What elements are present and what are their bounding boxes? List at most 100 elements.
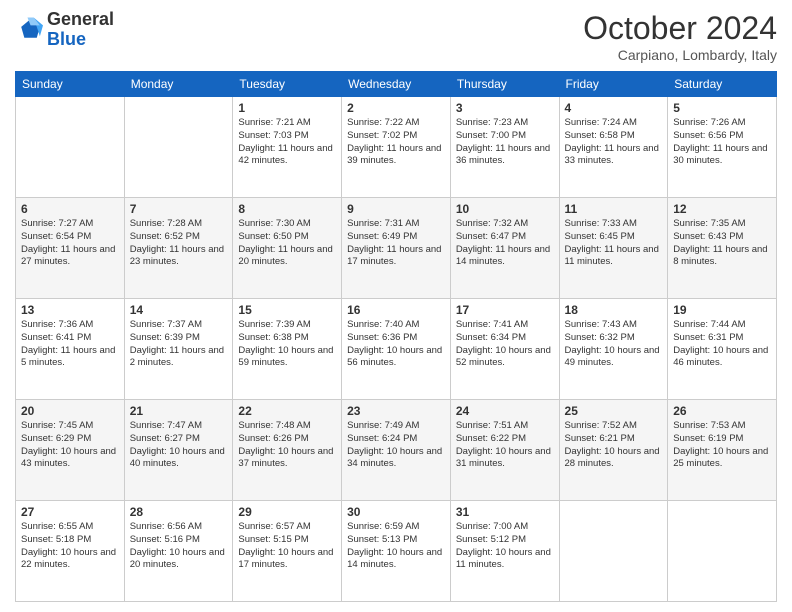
calendar-cell: 11Sunrise: 7:33 AMSunset: 6:45 PMDayligh… — [559, 198, 668, 299]
cell-info: Sunrise: 7:47 AMSunset: 6:27 PMDaylight:… — [130, 420, 228, 471]
logo-text: General Blue — [47, 10, 114, 50]
cell-info: Sunrise: 7:24 AMSunset: 6:58 PMDaylight:… — [565, 117, 663, 168]
col-header-wednesday: Wednesday — [342, 72, 451, 97]
calendar-cell: 1 Sunrise: 7:21 AMSunset: 7:03 PMDaylight… — [233, 97, 342, 198]
calendar-cell: 18 Sunrise: 7:43 AMSunset: 6:32 PMDayligh… — [559, 299, 668, 400]
calendar-cell: 22Sunrise: 7:48 AMSunset: 6:26 PMDayligh… — [233, 400, 342, 501]
day-number: 6 — [21, 202, 119, 216]
location: Carpiano, Lombardy, Italy — [583, 47, 777, 63]
day-number: 9 — [347, 202, 445, 216]
day-number: 28 — [130, 505, 228, 519]
cell-info: Sunrise: 7:27 AMSunset: 6:54 PMDaylight:… — [21, 218, 119, 269]
cell-info: Sunrise: 7:26 AMSunset: 6:56 PMDaylight:… — [673, 117, 771, 168]
calendar-cell: 14 Sunrise: 7:37 AMSunset: 6:39 PMDayligh… — [124, 299, 233, 400]
cell-info: Sunrise: 7:53 AMSunset: 6:19 PMDaylight:… — [673, 420, 771, 471]
logo: General Blue — [15, 10, 114, 50]
calendar-cell: 25 Sunrise: 7:52 AMSunset: 6:21 PMDayligh… — [559, 400, 668, 501]
calendar-cell: 30 Sunrise: 6:59 AMSunset: 5:13 PMDayligh… — [342, 501, 451, 602]
calendar-cell: 17 Sunrise: 7:41 AMSunset: 6:34 PMDayligh… — [450, 299, 559, 400]
calendar-cell: 6 Sunrise: 7:27 AMSunset: 6:54 PMDaylight… — [16, 198, 125, 299]
day-number: 11 — [565, 202, 663, 216]
day-number: 16 — [347, 303, 445, 317]
cell-info: Sunrise: 7:49 AMSunset: 6:24 PMDaylight:… — [347, 420, 445, 471]
day-number: 13 — [21, 303, 119, 317]
cell-info: Sunrise: 7:44 AMSunset: 6:31 PMDaylight:… — [673, 319, 771, 370]
col-header-friday: Friday — [559, 72, 668, 97]
calendar-cell: 28 Sunrise: 6:56 AMSunset: 5:16 PMDayligh… — [124, 501, 233, 602]
cell-info: Sunrise: 7:52 AMSunset: 6:21 PMDaylight:… — [565, 420, 663, 471]
day-number: 4 — [565, 101, 663, 115]
calendar-cell: 7 Sunrise: 7:28 AMSunset: 6:52 PMDaylight… — [124, 198, 233, 299]
calendar-table: SundayMondayTuesdayWednesdayThursdayFrid… — [15, 71, 777, 602]
day-number: 26 — [673, 404, 771, 418]
cell-info: Sunrise: 7:37 AMSunset: 6:39 PMDaylight:… — [130, 319, 228, 370]
calendar-cell: 26 Sunrise: 7:53 AMSunset: 6:19 PMDayligh… — [668, 400, 777, 501]
cell-info: Sunrise: 7:40 AMSunset: 6:36 PMDaylight:… — [347, 319, 445, 370]
cell-info: Sunrise: 6:55 AMSunset: 5:18 PMDaylight:… — [21, 521, 119, 572]
cell-info: Sunrise: 7:21 AMSunset: 7:03 PMDaylight:… — [238, 117, 336, 168]
cell-info: Sunrise: 7:45 AMSunset: 6:29 PMDaylight:… — [21, 420, 119, 471]
col-header-thursday: Thursday — [450, 72, 559, 97]
day-number: 5 — [673, 101, 771, 115]
cell-info: Sunrise: 7:35 AMSunset: 6:43 PMDaylight:… — [673, 218, 771, 269]
cell-info: Sunrise: 7:28 AMSunset: 6:52 PMDaylight:… — [130, 218, 228, 269]
cell-info: Sunrise: 7:30 AMSunset: 6:50 PMDaylight:… — [238, 218, 336, 269]
day-number: 2 — [347, 101, 445, 115]
day-number: 7 — [130, 202, 228, 216]
day-number: 10 — [456, 202, 554, 216]
day-number: 29 — [238, 505, 336, 519]
calendar-cell: 27 Sunrise: 6:55 AMSunset: 5:18 PMDayligh… — [16, 501, 125, 602]
day-number: 27 — [21, 505, 119, 519]
day-number: 21 — [130, 404, 228, 418]
day-number: 20 — [21, 404, 119, 418]
cell-info: Sunrise: 6:57 AMSunset: 5:15 PMDaylight:… — [238, 521, 336, 572]
col-header-tuesday: Tuesday — [233, 72, 342, 97]
cell-info: Sunrise: 7:39 AMSunset: 6:38 PMDaylight:… — [238, 319, 336, 370]
header: General Blue October 2024 Carpiano, Lomb… — [15, 10, 777, 63]
cell-info: Sunrise: 7:41 AMSunset: 6:34 PMDaylight:… — [456, 319, 554, 370]
day-number: 31 — [456, 505, 554, 519]
col-header-monday: Monday — [124, 72, 233, 97]
day-number: 30 — [347, 505, 445, 519]
calendar-cell — [668, 501, 777, 602]
col-header-sunday: Sunday — [16, 72, 125, 97]
col-header-saturday: Saturday — [668, 72, 777, 97]
calendar-cell — [124, 97, 233, 198]
calendar-cell — [16, 97, 125, 198]
calendar-cell — [559, 501, 668, 602]
month-title: October 2024 — [583, 10, 777, 47]
cell-info: Sunrise: 7:48 AMSunset: 6:26 PMDaylight:… — [238, 420, 336, 471]
calendar-cell: 2 Sunrise: 7:22 AMSunset: 7:02 PMDaylight… — [342, 97, 451, 198]
calendar-cell: 5 Sunrise: 7:26 AMSunset: 6:56 PMDaylight… — [668, 97, 777, 198]
day-number: 24 — [456, 404, 554, 418]
cell-info: Sunrise: 6:56 AMSunset: 5:16 PMDaylight:… — [130, 521, 228, 572]
calendar-cell: 19 Sunrise: 7:44 AMSunset: 6:31 PMDayligh… — [668, 299, 777, 400]
cell-info: Sunrise: 7:43 AMSunset: 6:32 PMDaylight:… — [565, 319, 663, 370]
day-number: 1 — [238, 101, 336, 115]
calendar-cell: 31 Sunrise: 7:00 AMSunset: 5:12 PMDayligh… — [450, 501, 559, 602]
day-number: 14 — [130, 303, 228, 317]
day-number: 18 — [565, 303, 663, 317]
day-number: 15 — [238, 303, 336, 317]
cell-info: Sunrise: 6:59 AMSunset: 5:13 PMDaylight:… — [347, 521, 445, 572]
logo-icon — [15, 16, 43, 44]
cell-info: Sunrise: 7:36 AMSunset: 6:41 PMDaylight:… — [21, 319, 119, 370]
calendar-cell: 21 Sunrise: 7:47 AMSunset: 6:27 PMDayligh… — [124, 400, 233, 501]
day-number: 19 — [673, 303, 771, 317]
cell-info: Sunrise: 7:22 AMSunset: 7:02 PMDaylight:… — [347, 117, 445, 168]
cell-info: Sunrise: 7:32 AMSunset: 6:47 PMDaylight:… — [456, 218, 554, 269]
day-number: 17 — [456, 303, 554, 317]
calendar-cell: 16 Sunrise: 7:40 AMSunset: 6:36 PMDayligh… — [342, 299, 451, 400]
day-number: 23 — [347, 404, 445, 418]
calendar-cell: 24Sunrise: 7:51 AMSunset: 6:22 PMDayligh… — [450, 400, 559, 501]
calendar-cell: 3Sunrise: 7:23 AMSunset: 7:00 PMDaylight… — [450, 97, 559, 198]
cell-info: Sunrise: 7:00 AMSunset: 5:12 PMDaylight:… — [456, 521, 554, 572]
day-number: 12 — [673, 202, 771, 216]
day-number: 25 — [565, 404, 663, 418]
calendar-cell: 15 Sunrise: 7:39 AMSunset: 6:38 PMDayligh… — [233, 299, 342, 400]
cell-info: Sunrise: 7:23 AMSunset: 7:00 PMDaylight:… — [456, 117, 554, 168]
calendar-cell: 23 Sunrise: 7:49 AMSunset: 6:24 PMDayligh… — [342, 400, 451, 501]
cell-info: Sunrise: 7:31 AMSunset: 6:49 PMDaylight:… — [347, 218, 445, 269]
day-number: 8 — [238, 202, 336, 216]
calendar-cell: 12 Sunrise: 7:35 AMSunset: 6:43 PMDayligh… — [668, 198, 777, 299]
